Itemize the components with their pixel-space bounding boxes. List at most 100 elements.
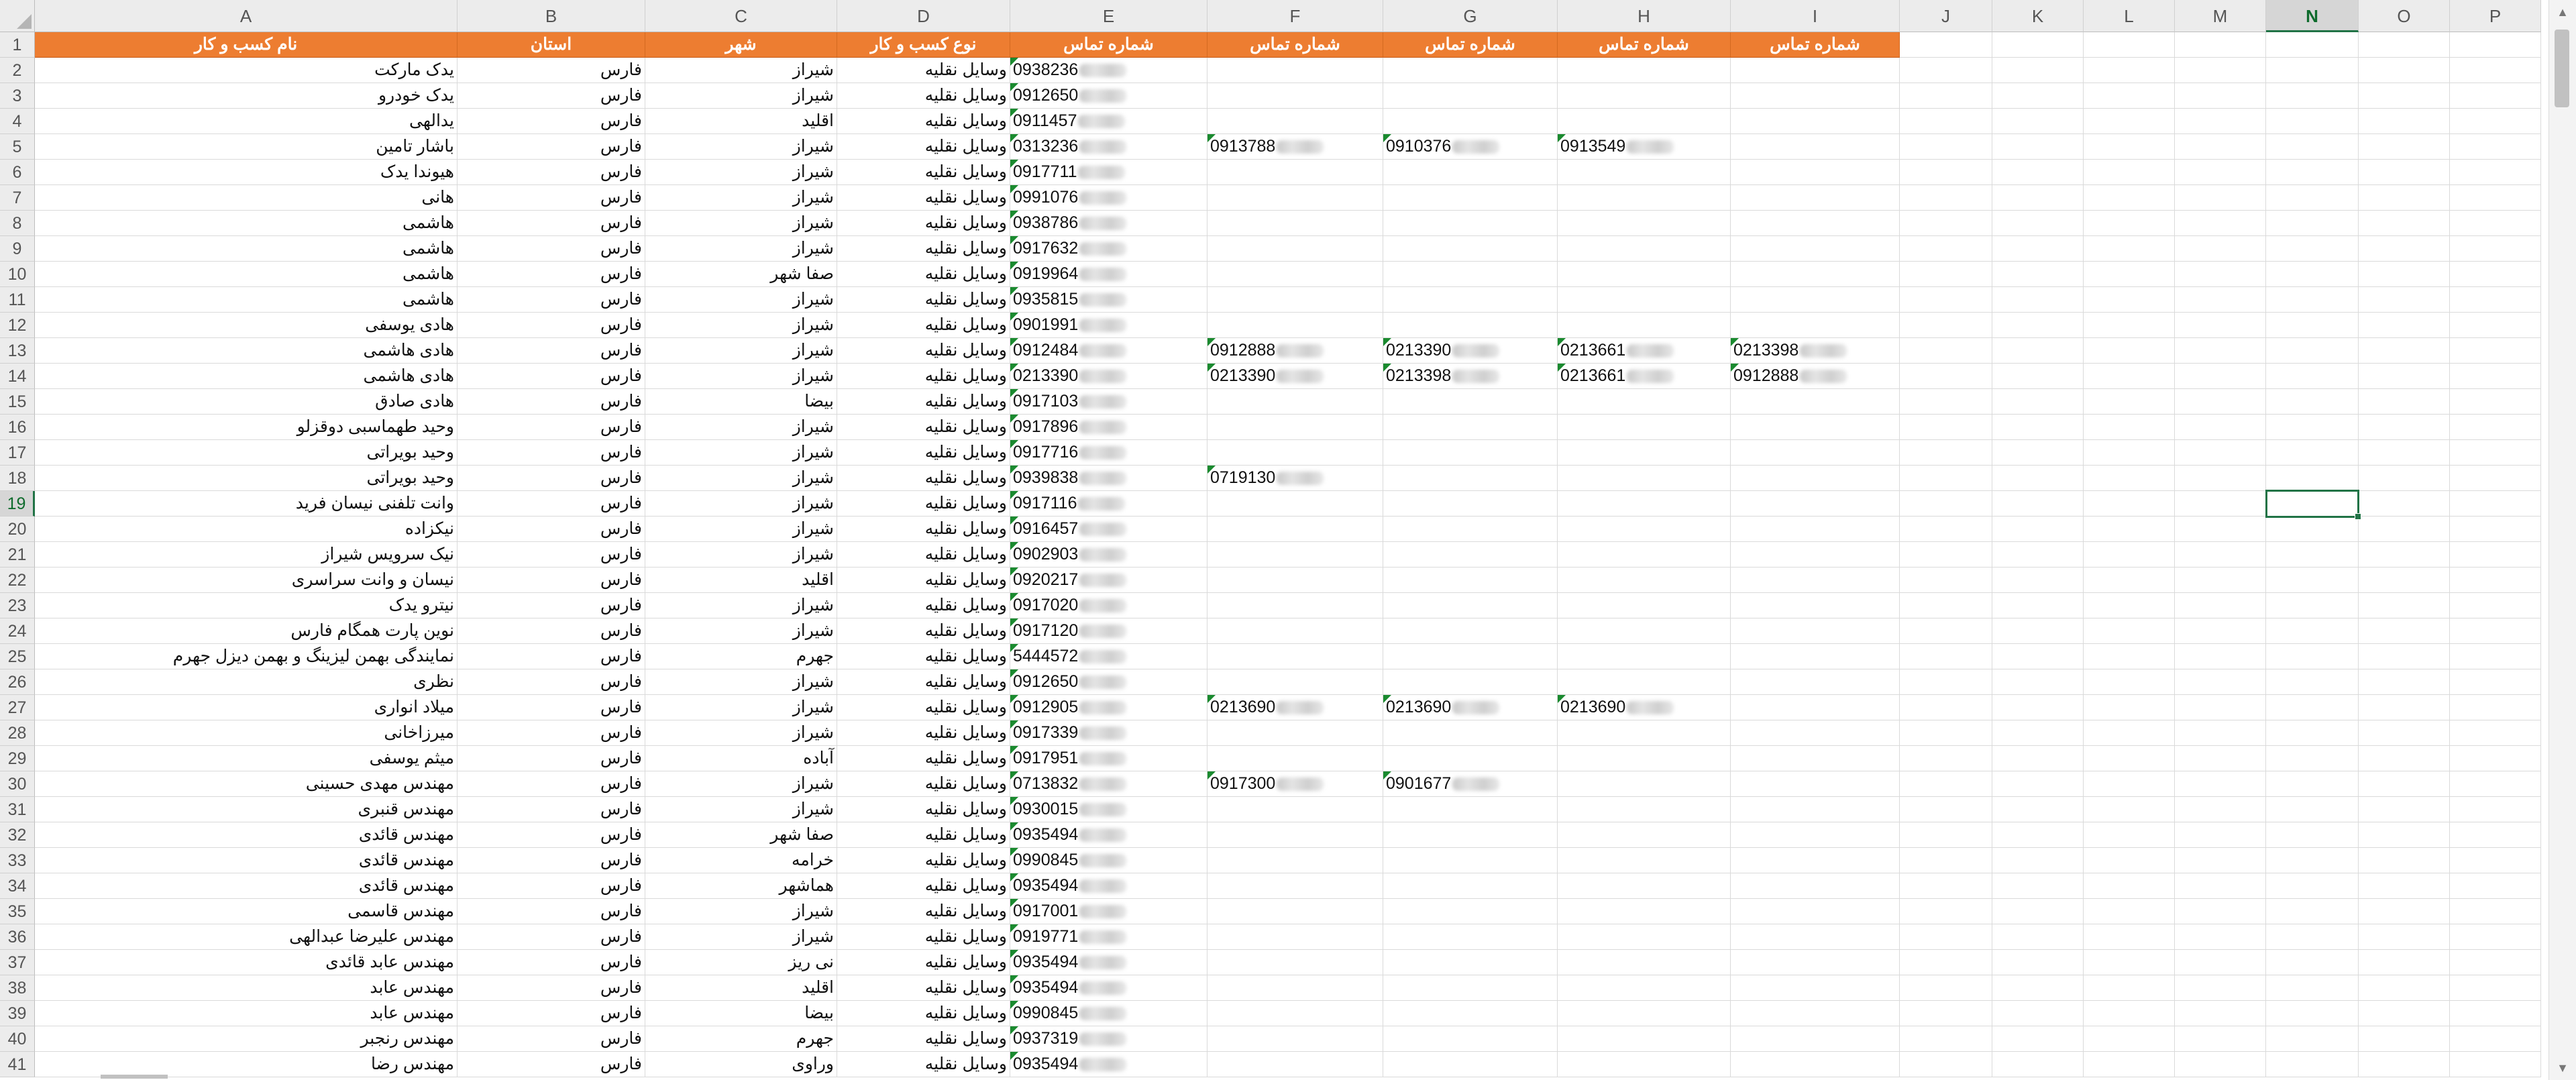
cell-o29[interactable] <box>2359 746 2450 771</box>
cell-d34[interactable]: وسایل نقلیه <box>837 873 1010 899</box>
cell-e29[interactable]: 0917951 <box>1010 746 1208 771</box>
cell-k27[interactable] <box>1992 695 2084 720</box>
cell-i17[interactable] <box>1731 440 1900 466</box>
cell-n2[interactable] <box>2266 58 2359 83</box>
row-header-15[interactable]: 15 <box>0 389 35 415</box>
cell-p34[interactable] <box>2450 873 2541 899</box>
cell-p36[interactable] <box>2450 924 2541 950</box>
row-header-36[interactable]: 36 <box>0 924 35 950</box>
cell-a7[interactable]: هانی <box>35 185 458 211</box>
cell-p3[interactable] <box>2450 83 2541 109</box>
cell-k5[interactable] <box>1992 134 2084 160</box>
cell-j19[interactable] <box>1900 491 1992 517</box>
cell-p18[interactable] <box>2450 466 2541 491</box>
cell-h9[interactable] <box>1558 236 1731 262</box>
cell-f34[interactable] <box>1208 873 1383 899</box>
cell-k38[interactable] <box>1992 975 2084 1001</box>
cell-p14[interactable] <box>2450 364 2541 389</box>
cell-i4[interactable] <box>1731 109 1900 134</box>
cell-b4[interactable]: فارس <box>458 109 645 134</box>
cell-i9[interactable] <box>1731 236 1900 262</box>
cell-e10[interactable]: 0919964 <box>1010 262 1208 287</box>
cell-i24[interactable] <box>1731 618 1900 644</box>
cell-m20[interactable] <box>2175 517 2266 542</box>
cell-b1[interactable]: استان <box>458 32 645 58</box>
cell-d9[interactable]: وسایل نقلیه <box>837 236 1010 262</box>
cell-i25[interactable] <box>1731 644 1900 669</box>
row-header-32[interactable]: 32 <box>0 822 35 848</box>
cell-n17[interactable] <box>2266 440 2359 466</box>
cell-f4[interactable] <box>1208 109 1383 134</box>
cell-f28[interactable] <box>1208 720 1383 746</box>
cell-a30[interactable]: مهندس مهدی حسینی <box>35 771 458 797</box>
row-header-31[interactable]: 31 <box>0 797 35 822</box>
cell-l2[interactable] <box>2084 58 2175 83</box>
cell-g28[interactable] <box>1383 720 1558 746</box>
cell-g37[interactable] <box>1383 950 1558 975</box>
cell-c40[interactable]: جهرم <box>645 1026 837 1052</box>
cell-g29[interactable] <box>1383 746 1558 771</box>
cell-e21[interactable]: 0902903 <box>1010 542 1208 568</box>
cell-a18[interactable]: وحید بویراتی <box>35 466 458 491</box>
cell-e4[interactable]: 0911457 <box>1010 109 1208 134</box>
cell-a26[interactable]: نظری <box>35 669 458 695</box>
cell-h11[interactable] <box>1558 287 1731 313</box>
row-header-6[interactable]: 6 <box>0 160 35 185</box>
cell-d3[interactable]: وسایل نقلیه <box>837 83 1010 109</box>
cell-e17[interactable]: 0917716 <box>1010 440 1208 466</box>
cell-m28[interactable] <box>2175 720 2266 746</box>
cell-i31[interactable] <box>1731 797 1900 822</box>
cell-p25[interactable] <box>2450 644 2541 669</box>
cell-h19[interactable] <box>1558 491 1731 517</box>
cell-k6[interactable] <box>1992 160 2084 185</box>
cell-m24[interactable] <box>2175 618 2266 644</box>
column-header-l[interactable]: L <box>2084 0 2175 32</box>
cell-p23[interactable] <box>2450 593 2541 618</box>
cell-a35[interactable]: مهندس قاسمی <box>35 899 458 924</box>
cell-o11[interactable] <box>2359 287 2450 313</box>
cell-j37[interactable] <box>1900 950 1992 975</box>
cell-m33[interactable] <box>2175 848 2266 873</box>
cell-c9[interactable]: شیراز <box>645 236 837 262</box>
cell-g14[interactable]: 0213398 <box>1383 364 1558 389</box>
row-header-21[interactable]: 21 <box>0 542 35 568</box>
cell-d26[interactable]: وسایل نقلیه <box>837 669 1010 695</box>
cell-l28[interactable] <box>2084 720 2175 746</box>
cell-l7[interactable] <box>2084 185 2175 211</box>
cell-f6[interactable] <box>1208 160 1383 185</box>
cell-h18[interactable] <box>1558 466 1731 491</box>
cell-l9[interactable] <box>2084 236 2175 262</box>
cell-g10[interactable] <box>1383 262 1558 287</box>
row-header-39[interactable]: 39 <box>0 1001 35 1026</box>
cell-f7[interactable] <box>1208 185 1383 211</box>
cell-b19[interactable]: فارس <box>458 491 645 517</box>
cell-h16[interactable] <box>1558 415 1731 440</box>
cell-o38[interactable] <box>2359 975 2450 1001</box>
cell-g11[interactable] <box>1383 287 1558 313</box>
cell-k21[interactable] <box>1992 542 2084 568</box>
cell-o12[interactable] <box>2359 313 2450 338</box>
cell-g1[interactable]: شماره تماس <box>1383 32 1558 58</box>
row-header-5[interactable]: 5 <box>0 134 35 160</box>
cell-f24[interactable] <box>1208 618 1383 644</box>
cell-g21[interactable] <box>1383 542 1558 568</box>
selected-cell-n19[interactable] <box>2265 490 2361 520</box>
cell-j10[interactable] <box>1900 262 1992 287</box>
cell-e18[interactable]: 0939838 <box>1010 466 1208 491</box>
cell-g8[interactable] <box>1383 211 1558 236</box>
cell-i15[interactable] <box>1731 389 1900 415</box>
cell-h13[interactable]: 0213661 <box>1558 338 1731 364</box>
row-header-9[interactable]: 9 <box>0 236 35 262</box>
cell-h29[interactable] <box>1558 746 1731 771</box>
cell-f3[interactable] <box>1208 83 1383 109</box>
cell-n27[interactable] <box>2266 695 2359 720</box>
cell-l14[interactable] <box>2084 364 2175 389</box>
vertical-scrollbar[interactable]: ▲ ▼ <box>2548 0 2576 1080</box>
cell-p22[interactable] <box>2450 568 2541 593</box>
cell-g5[interactable]: 0910376 <box>1383 134 1558 160</box>
cell-e12[interactable]: 0901991 <box>1010 313 1208 338</box>
cell-j41[interactable] <box>1900 1052 1992 1077</box>
cell-d7[interactable]: وسایل نقلیه <box>837 185 1010 211</box>
cell-g6[interactable] <box>1383 160 1558 185</box>
cell-e34[interactable]: 0935494 <box>1010 873 1208 899</box>
